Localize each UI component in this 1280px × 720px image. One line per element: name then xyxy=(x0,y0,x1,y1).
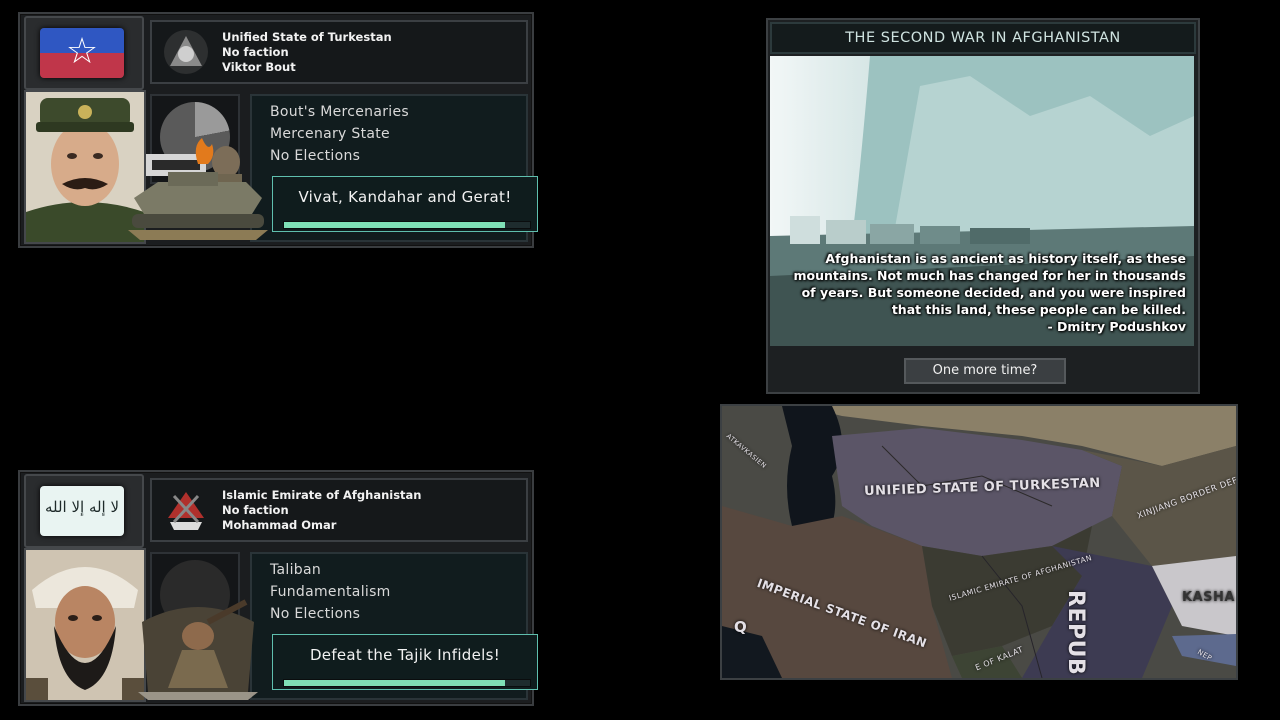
party-name: Taliban xyxy=(270,562,322,578)
leader-name: Mohammad Omar xyxy=(222,518,337,532)
flag-frame[interactable]: لا إله إلا الله xyxy=(24,474,144,548)
leader-info: Islamic Emirate of Afghanistan No factio… xyxy=(150,478,528,542)
event-option-button[interactable]: One more time? xyxy=(904,358,1066,384)
mercenary-emblem-icon xyxy=(164,30,208,74)
event-title: THE SECOND WAR IN AFGHANISTAN xyxy=(770,22,1196,54)
country-name: Unified State of Turkestan xyxy=(222,30,392,44)
quote-line: Afghanistan is as ancient as history its… xyxy=(825,251,1186,266)
slogan-text: Vivat, Kandahar and Gerat! xyxy=(298,188,512,206)
quote-line: mountains. Not much has changed for her … xyxy=(793,268,1187,283)
ideology-box: Bout's Mercenaries Mercenary State No El… xyxy=(250,94,538,242)
quote-line: that this land, these people can be kill… xyxy=(891,302,1186,317)
islamic-emirate-flag: لا إله إلا الله xyxy=(40,486,124,536)
elections-status: No Elections xyxy=(270,606,361,622)
map-label-republic: REPUB xyxy=(1063,590,1088,676)
map-label-q: Q xyxy=(734,618,748,636)
national-slogan: Vivat, Kandahar and Gerat! xyxy=(272,176,538,232)
slogan-text: Defeat the Tajik Infidels! xyxy=(309,646,501,664)
fighters-illustration xyxy=(138,599,258,700)
country-name: Islamic Emirate of Afghanistan xyxy=(222,488,422,502)
slogan-progress-fill xyxy=(284,680,506,686)
tank-illustration xyxy=(128,138,268,240)
ideology-box: Taliban Fundamentalism No Elections Defe… xyxy=(250,552,538,700)
faction-name: No faction xyxy=(222,503,289,517)
taliban-emblem-icon xyxy=(168,492,204,530)
slogan-progress-fill xyxy=(284,222,506,228)
party-name: Bout's Mercenaries xyxy=(270,104,409,120)
slogan-progress-bar xyxy=(283,221,531,229)
turkestan-flag: ☆ xyxy=(40,28,124,78)
quote-line: of years. But someone decided, and you w… xyxy=(801,285,1186,300)
country-panel-turkestan: ☆ Unified State of Turkestan No faction … xyxy=(18,12,538,248)
event-window: THE SECOND WAR IN AFGHANISTAN Afghanista… xyxy=(766,18,1200,394)
elections-status: No Elections xyxy=(270,148,361,164)
event-quote: Afghanistan is as ancient as history its… xyxy=(786,250,1187,335)
world-map[interactable]: UNIFIED STATE OF TURKESTAN IMPERIAL STAT… xyxy=(720,404,1238,680)
slogan-progress-bar xyxy=(283,679,531,687)
country-panel-afghanistan: لا إله إلا الله Islamic Emirate of Afgha… xyxy=(18,470,538,706)
flag-frame[interactable]: ☆ xyxy=(24,16,144,90)
map-label-kasha: KASHA xyxy=(1182,590,1235,605)
national-slogan: Defeat the Tajik Infidels! xyxy=(272,634,538,690)
event-image: Afghanistan is as ancient as history its… xyxy=(770,56,1194,346)
leader-name: Viktor Bout xyxy=(222,60,296,74)
quote-author: - Dmitry Podushkov xyxy=(1047,319,1186,334)
leader-info: Unified State of Turkestan No faction Vi… xyxy=(150,20,528,84)
ideology-name: Mercenary State xyxy=(270,126,390,142)
star-icon: ☆ xyxy=(65,31,99,72)
map-regions xyxy=(722,406,1236,678)
ideology-name: Fundamentalism xyxy=(270,584,391,600)
faction-name: No faction xyxy=(222,45,289,59)
shahada-script-icon: لا إله إلا الله xyxy=(44,498,120,516)
